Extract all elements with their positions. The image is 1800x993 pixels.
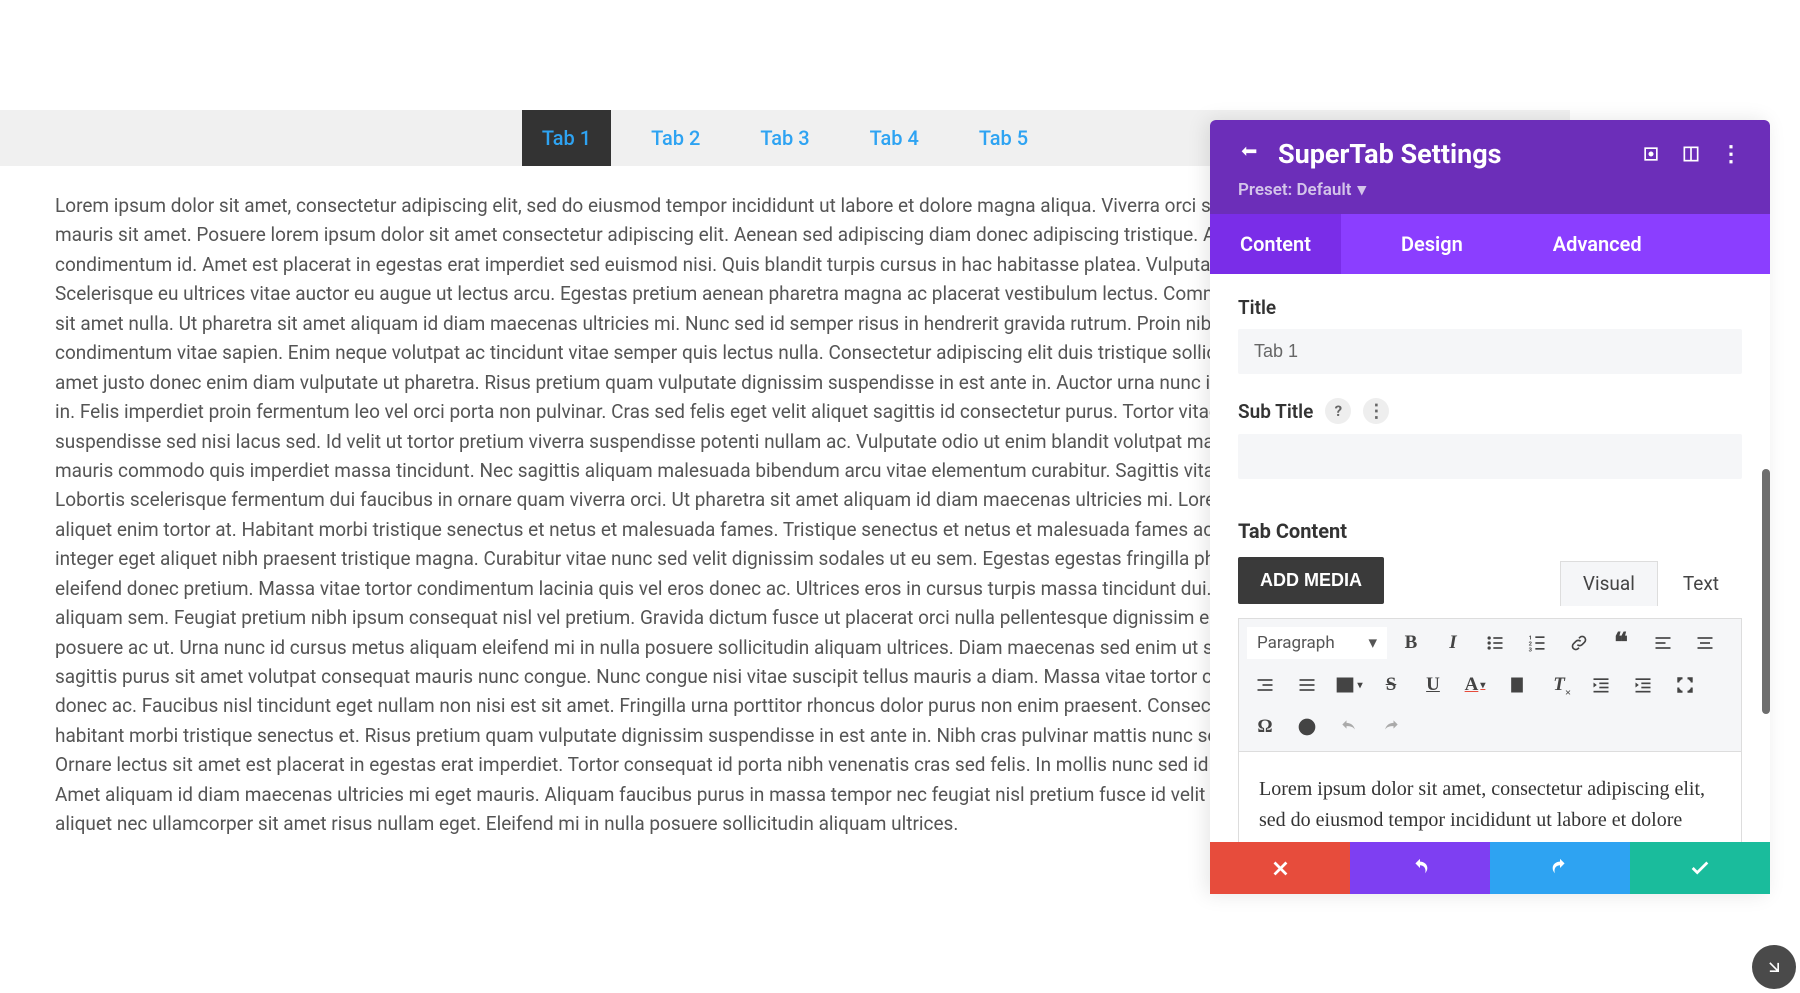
back-icon[interactable]: [1238, 143, 1260, 165]
redo-button[interactable]: [1490, 842, 1630, 894]
panel-body: Title Sub Title ? ⋮ Tab Content ADD MEDI…: [1210, 274, 1770, 894]
indent-icon[interactable]: [1625, 667, 1661, 703]
strikethrough-icon[interactable]: S: [1373, 667, 1409, 703]
paste-text-icon[interactable]: T: [1499, 667, 1535, 703]
align-right-icon[interactable]: [1247, 667, 1283, 703]
panel-header: SuperTab Settings ⋮ Preset: Default ▾: [1210, 120, 1770, 214]
chevron-down-icon: ▾: [1368, 633, 1377, 653]
expand-icon[interactable]: [1640, 143, 1662, 165]
tab-5[interactable]: Tab 5: [959, 110, 1048, 166]
chevron-down-icon: ▾: [1357, 180, 1366, 200]
title-label: Title: [1238, 296, 1742, 319]
paragraph-select[interactable]: Paragraph ▾: [1247, 627, 1387, 659]
tab-advanced[interactable]: Advanced: [1523, 214, 1672, 274]
paragraph-select-label: Paragraph: [1257, 633, 1335, 653]
more-icon[interactable]: ⋮: [1720, 143, 1742, 165]
emoji-icon[interactable]: [1289, 709, 1325, 745]
add-media-button[interactable]: ADD MEDIA: [1238, 557, 1384, 604]
preset-label: Preset: Default: [1238, 180, 1351, 200]
panel-footer: [1210, 842, 1770, 894]
tab-2[interactable]: Tab 2: [631, 110, 720, 166]
preset-selector[interactable]: Preset: Default ▾: [1238, 180, 1742, 200]
italic-icon[interactable]: I: [1435, 625, 1471, 661]
link-icon[interactable]: [1561, 625, 1597, 661]
save-button[interactable]: [1630, 842, 1770, 894]
clear-format-icon[interactable]: T×: [1541, 667, 1577, 703]
table-icon[interactable]: ▾: [1331, 667, 1367, 703]
fullscreen-icon[interactable]: [1667, 667, 1703, 703]
editor-toolbar: Paragraph ▾ B I 123 ❝ ▾ S U A▾ T T× Ω: [1238, 618, 1742, 752]
underline-icon[interactable]: U: [1415, 667, 1451, 703]
editor-tab-text[interactable]: Text: [1660, 561, 1742, 606]
text-color-icon[interactable]: A▾: [1457, 667, 1493, 703]
tab-1[interactable]: Tab 1: [522, 110, 611, 166]
undo-icon[interactable]: [1331, 709, 1367, 745]
cancel-button[interactable]: [1210, 842, 1350, 894]
tab-design[interactable]: Design: [1371, 214, 1493, 274]
align-justify-icon[interactable]: [1289, 667, 1325, 703]
tab-3[interactable]: Tab 3: [740, 110, 829, 166]
subtitle-label-text: Sub Title: [1238, 400, 1313, 423]
undo-button[interactable]: [1350, 842, 1490, 894]
title-input[interactable]: [1238, 329, 1742, 374]
subtitle-input[interactable]: [1238, 434, 1742, 479]
quote-icon[interactable]: ❝: [1603, 625, 1639, 661]
settings-panel: SuperTab Settings ⋮ Preset: Default ▾ Co…: [1210, 120, 1770, 894]
panel-tabs: Content Design Advanced: [1210, 214, 1770, 274]
subtitle-label: Sub Title ? ⋮: [1238, 398, 1742, 424]
svg-text:3: 3: [1529, 647, 1533, 653]
numbered-list-icon[interactable]: 123: [1519, 625, 1555, 661]
tab-content[interactable]: Content: [1210, 214, 1341, 274]
bullet-list-icon[interactable]: [1477, 625, 1513, 661]
tab-content-label: Tab Content: [1238, 519, 1742, 543]
svg-text:T: T: [1515, 681, 1520, 691]
redo-icon[interactable]: [1373, 709, 1409, 745]
editor-tab-visual[interactable]: Visual: [1560, 561, 1658, 606]
outdent-icon[interactable]: [1583, 667, 1619, 703]
align-center-icon[interactable]: [1687, 625, 1723, 661]
align-left-icon[interactable]: [1645, 625, 1681, 661]
options-icon[interactable]: ⋮: [1363, 398, 1389, 424]
columns-icon[interactable]: [1680, 143, 1702, 165]
tab-4[interactable]: Tab 4: [850, 110, 939, 166]
omega-icon[interactable]: Ω: [1247, 709, 1283, 745]
help-icon[interactable]: ?: [1325, 398, 1351, 424]
scrollbar[interactable]: [1762, 469, 1770, 714]
panel-title: SuperTab Settings: [1278, 138, 1622, 170]
drag-handle[interactable]: [1752, 945, 1796, 989]
bold-icon[interactable]: B: [1393, 625, 1429, 661]
